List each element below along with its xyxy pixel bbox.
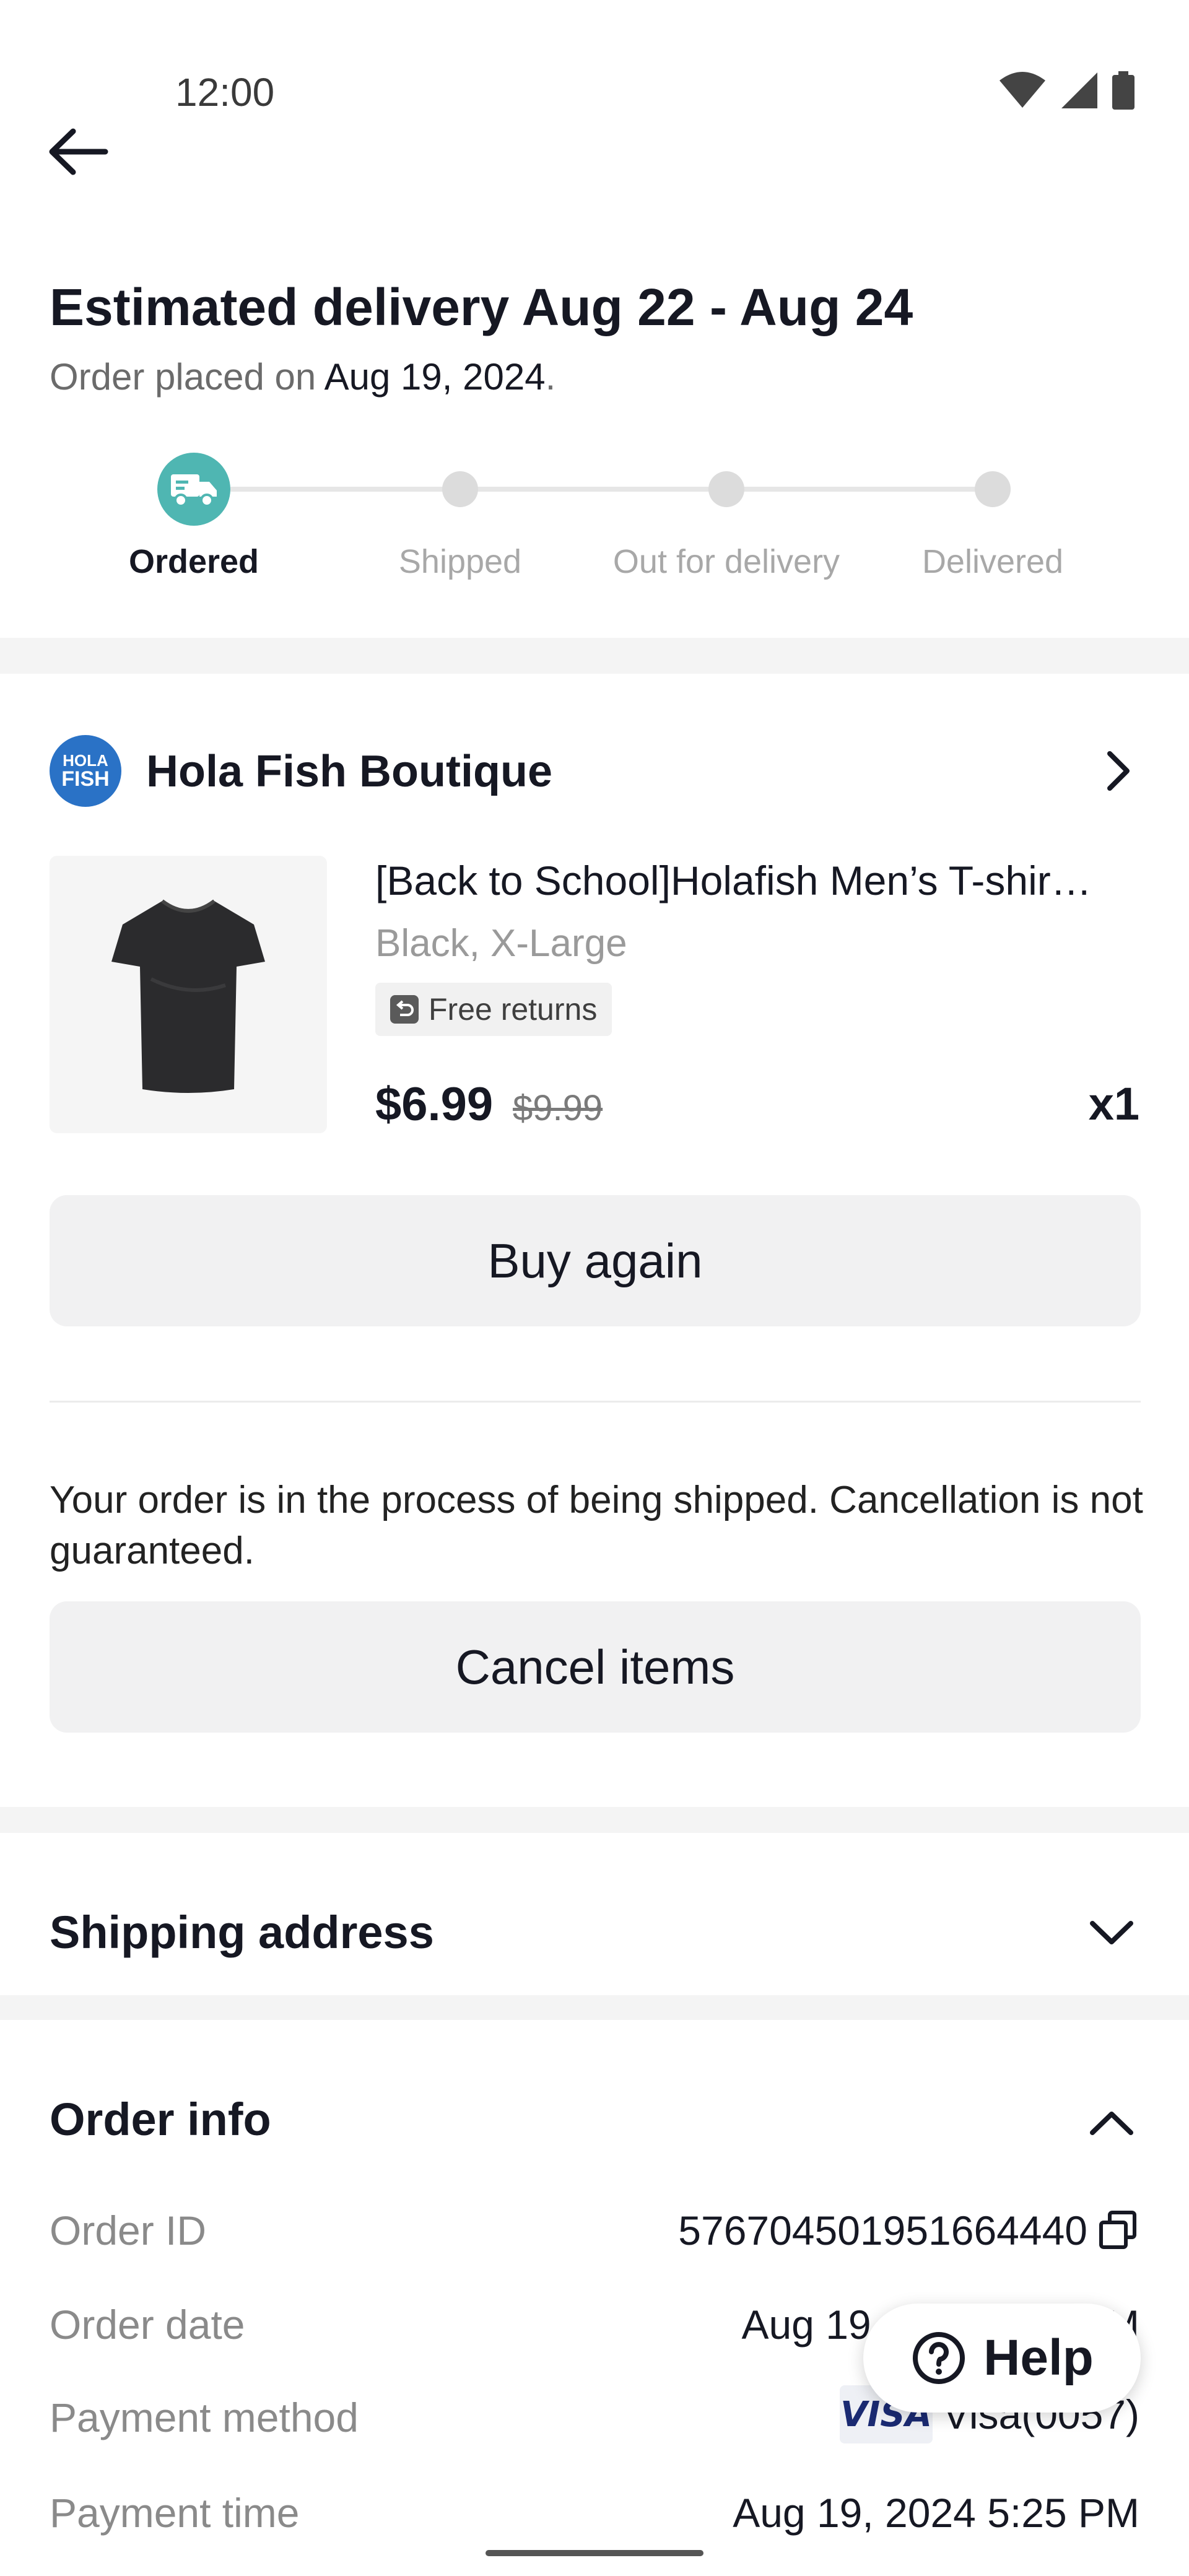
seller-logo-line2: FISH <box>61 767 110 791</box>
arrow-left-icon <box>49 128 108 175</box>
chevron-down-icon <box>1090 1921 1133 1944</box>
step-out-for-delivery-dot <box>708 471 744 507</box>
free-returns-label: Free returns <box>429 992 598 1027</box>
section-divider <box>0 638 1189 674</box>
order-placed-text: Order placed on Aug 19, 2024. <box>50 355 555 398</box>
help-button[interactable]: Help <box>863 2304 1141 2413</box>
payment-method-label: Payment method <box>50 2395 359 2440</box>
step-ordered-indicator <box>157 453 230 526</box>
progress-track <box>230 487 993 492</box>
wifi-icon <box>1000 72 1045 108</box>
step-label-shipped: Shipped <box>398 543 522 580</box>
chevron-right-icon <box>1107 751 1130 791</box>
status-time: 12:00 <box>175 70 275 115</box>
product-quantity: x1 <box>1088 1078 1139 1129</box>
order-info-toggle[interactable] <box>1084 2104 1139 2141</box>
order-info-title[interactable]: Order info <box>50 2093 271 2146</box>
battery-icon <box>1112 71 1135 110</box>
order-placed-date: Aug 19, 2024 <box>324 356 546 398</box>
section-divider <box>0 1995 1189 2020</box>
payment-time-label: Payment time <box>50 2490 300 2536</box>
delivery-truck-icon <box>171 474 217 507</box>
product-variant: Black, X-Large <box>375 922 627 965</box>
cancel-items-button[interactable]: Cancel items <box>50 1601 1141 1733</box>
product-name[interactable]: [Back to School]Holafish Men’s T-shir… <box>375 857 1139 904</box>
step-label-ordered: Ordered <box>128 543 259 580</box>
seller-link[interactable] <box>1096 746 1139 796</box>
copy-icon[interactable] <box>1096 2209 1139 2252</box>
status-icons <box>998 69 1135 111</box>
seller-logo: HOLA FISH <box>50 735 121 807</box>
order-placed-prefix: Order placed on <box>50 356 324 398</box>
shipping-address-toggle[interactable] <box>1084 1915 1139 1952</box>
help-label: Help <box>983 2330 1094 2386</box>
order-placed-suffix: . <box>545 356 556 398</box>
home-indicator[interactable] <box>486 2550 703 2556</box>
free-returns-badge: Free returns <box>375 983 612 1036</box>
tshirt-image <box>111 899 265 1093</box>
product-price: $6.99 <box>375 1078 494 1131</box>
payment-time-value: Aug 19, 2024 5:25 PM <box>733 2490 1139 2536</box>
product-image[interactable] <box>50 856 327 1133</box>
product-original-price: $9.99 <box>513 1088 603 1128</box>
page-title: Estimated delivery Aug 22 - Aug 24 <box>50 278 913 336</box>
seller-logo-line1: HOLA <box>63 751 108 770</box>
step-label-out-for-delivery: Out for delivery <box>612 543 840 580</box>
cellular-signal-icon <box>1061 72 1097 108</box>
step-delivered-dot <box>975 471 1011 507</box>
step-label-delivered: Delivered <box>921 543 1064 580</box>
cancellation-notice: Your order is in the process of being sh… <box>50 1479 1143 1572</box>
shipping-address-title[interactable]: Shipping address <box>50 1906 434 1959</box>
seller-name[interactable]: Hola Fish Boutique <box>146 746 552 797</box>
chevron-up-icon <box>1090 2112 1133 2135</box>
order-id-value: 576704501951664440 <box>678 2208 1087 2253</box>
step-shipped-dot <box>442 471 478 507</box>
order-id-value-row: 576704501951664440 <box>678 2207 1139 2254</box>
order-date-label: Order date <box>50 2302 245 2348</box>
order-id-label: Order ID <box>50 2208 207 2253</box>
section-divider <box>0 1807 1189 1833</box>
divider-line <box>50 1401 1141 1403</box>
back-button[interactable] <box>45 118 119 186</box>
question-circle-icon <box>913 2332 965 2384</box>
return-icon <box>390 995 419 1024</box>
buy-again-button[interactable]: Buy again <box>50 1195 1141 1326</box>
